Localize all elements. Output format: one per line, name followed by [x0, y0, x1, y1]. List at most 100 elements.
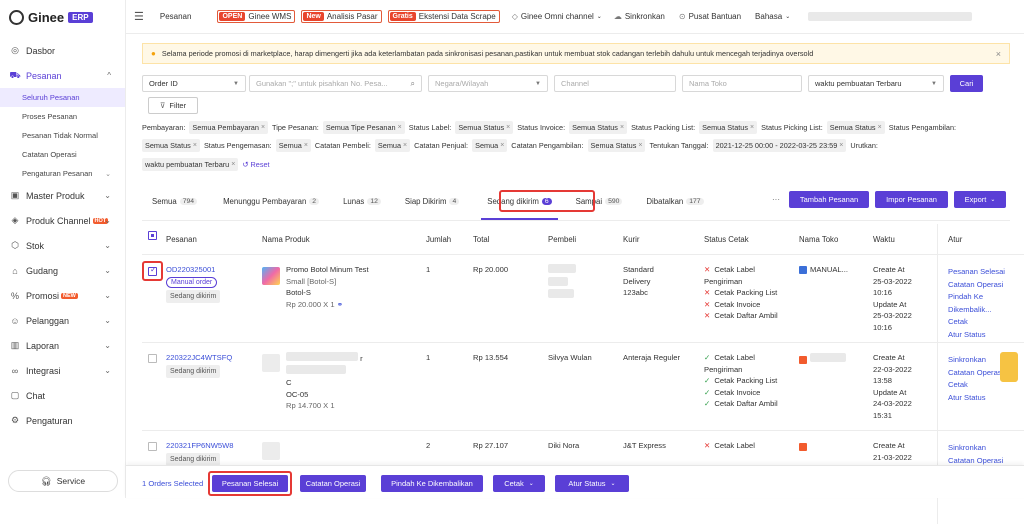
order-id-link[interactable]: OD220325001: [166, 264, 258, 276]
col-waktu[interactable]: Waktu: [873, 224, 895, 254]
brand-logo[interactable]: Ginee ERP: [0, 0, 125, 34]
filter-chip[interactable]: Semua Status ×: [699, 121, 758, 134]
remove-icon[interactable]: ×: [620, 124, 624, 131]
action-pindah-dikembalikan[interactable]: Pindah Ke Dikembalik...: [948, 291, 1024, 316]
col-pesanan[interactable]: Pesanan: [166, 224, 197, 254]
filter-chip[interactable]: Semua Status ×: [142, 139, 200, 152]
keyword-input[interactable]: Gunakan ";" untuk pisahkan No. Pesa... ⌕: [249, 75, 422, 92]
action-atur-status[interactable]: Atur Status: [948, 392, 1024, 405]
action-pesanan-selesai[interactable]: Pesanan Selesai: [948, 266, 1024, 279]
row-checkbox[interactable]: [148, 265, 157, 276]
sidebar-item-produk-channel[interactable]: ◈ Produk Channel HOT ⌄: [0, 208, 125, 233]
sidebar-item-integrasi[interactable]: ∞ Integrasi ⌄: [0, 358, 125, 383]
omni-channel-menu[interactable]: ◇ Ginee Omni channel ⌄: [512, 12, 602, 21]
filter-chip[interactable]: Semua Status ×: [587, 139, 646, 152]
filter-chip[interactable]: Semua Status ×: [455, 121, 514, 134]
sort-select[interactable]: waktu pembuatan Terbaru ▼: [808, 75, 944, 92]
row-checkbox[interactable]: [148, 354, 157, 363]
remove-icon[interactable]: ×: [878, 124, 882, 131]
tab-dibatalkan[interactable]: Dibatalkan 177: [636, 186, 713, 216]
tab-semua[interactable]: Semua 794: [142, 186, 207, 216]
col-atur[interactable]: Atur: [948, 224, 962, 254]
action-cetak[interactable]: Cetak: [948, 316, 1024, 329]
tab-lunas[interactable]: Lunas 12: [333, 186, 391, 216]
product-thumbnail[interactable]: [262, 354, 280, 372]
bulk-pindah-dikembalikan-button[interactable]: Pindah Ke Dikembalikan: [381, 475, 483, 492]
remove-icon[interactable]: ×: [193, 142, 197, 149]
filter-chip[interactable]: Semua ×: [374, 139, 411, 152]
remove-icon[interactable]: ×: [304, 142, 308, 149]
user-account-blurred[interactable]: [808, 12, 973, 21]
filter-chip[interactable]: Semua ×: [275, 139, 311, 152]
filter-chip[interactable]: 2021-12-25 00:00 - 2022-03-25 23:59 ×: [712, 139, 847, 152]
product-thumbnail[interactable]: [262, 442, 280, 460]
tambah-pesanan-button[interactable]: Tambah Pesanan: [789, 191, 869, 208]
impor-pesanan-button[interactable]: Impor Pesanan: [875, 191, 948, 208]
data-scrape-button[interactable]: Gratis Ekstensi Data Scrape: [387, 10, 500, 23]
remove-icon[interactable]: ×: [261, 124, 265, 131]
remove-icon[interactable]: ×: [638, 142, 642, 149]
reset-link[interactable]: ↺ Reset: [242, 160, 269, 169]
sidebar-sub-seluruh-pesanan[interactable]: Seluruh Pesanan: [0, 88, 125, 107]
store-select[interactable]: Nama Toko: [682, 75, 802, 92]
order-id-link[interactable]: 220321FP6NW5W8: [166, 440, 258, 452]
bulk-cetak-button[interactable]: Cetak ⌄: [493, 475, 545, 492]
table-row[interactable]: OD220325001 Manual order Sedang dikirim …: [142, 254, 1024, 342]
topbar-pesanan[interactable]: Pesanan: [160, 12, 192, 21]
sidebar-item-master-produk[interactable]: ▣ Master Produk ⌄: [0, 183, 125, 208]
product-thumbnail[interactable]: [262, 267, 280, 285]
remove-icon[interactable]: ×: [231, 161, 235, 168]
table-row[interactable]: 220322JC4WTSFQ Sedang dikirim r C OC-05 …: [142, 342, 1024, 430]
filter-chip[interactable]: Semua Status ×: [569, 121, 628, 134]
floating-helper-button[interactable]: [1000, 352, 1018, 382]
link-icon[interactable]: ⚭: [337, 300, 343, 309]
sidebar-sub-pengaturan-pesanan[interactable]: Pengaturan Pesanan ⌄: [0, 164, 125, 183]
menu-toggle-icon[interactable]: ☰: [134, 10, 144, 23]
filter-chip[interactable]: waktu pembuatan Terbaru ×: [142, 158, 239, 171]
remove-icon[interactable]: ×: [398, 124, 402, 131]
col-status-cetak[interactable]: Status Cetak: [704, 224, 749, 254]
sidebar-item-chat[interactable]: ▢ Chat: [0, 383, 125, 408]
col-pembeli[interactable]: Pembeli: [548, 224, 576, 254]
sidebar-item-laporan[interactable]: ▥ Laporan ⌄: [0, 333, 125, 358]
export-button[interactable]: Export ⌄: [954, 191, 1006, 208]
filter-chip[interactable]: Semua Pembayaran ×: [189, 121, 269, 134]
service-button[interactable]: 🎧︎ Service: [8, 470, 118, 492]
order-id-select[interactable]: Order ID ▼: [142, 75, 246, 92]
remove-icon[interactable]: ×: [403, 142, 407, 149]
language-menu[interactable]: Bahasa ⌄: [755, 12, 790, 21]
channel-select[interactable]: Channel: [554, 75, 676, 92]
col-total[interactable]: Total: [473, 224, 489, 254]
close-icon[interactable]: ×: [996, 49, 1001, 59]
remove-icon[interactable]: ×: [500, 142, 504, 149]
more-actions-button[interactable]: ···: [768, 191, 784, 208]
remove-icon[interactable]: ×: [506, 124, 510, 131]
ginee-wms-button[interactable]: OPEN Ginee WMS: [217, 10, 296, 23]
sidebar-sub-catatan-operasi[interactable]: Catatan Operasi: [0, 145, 125, 164]
bulk-atur-status-button[interactable]: Atur Status ⌄: [555, 475, 629, 492]
sidebar-sub-proses-pesanan[interactable]: Proses Pesanan: [0, 107, 125, 126]
sidebar-item-promosi[interactable]: % Promosi NEW ⌄: [0, 283, 125, 308]
row-checkbox[interactable]: [148, 442, 157, 451]
tab-sedang-dikirim[interactable]: Sedang dikirim 6: [477, 186, 561, 220]
search-button[interactable]: Cari: [950, 75, 983, 92]
select-all-checkbox[interactable]: [148, 231, 157, 240]
bulk-catatan-operasi-button[interactable]: Catatan Operasi: [300, 475, 366, 492]
remove-icon[interactable]: ×: [750, 124, 754, 131]
help-center-link[interactable]: ⊙ Pusat Bantuan: [679, 12, 741, 21]
filter-chip[interactable]: Semua Tipe Pesanan ×: [322, 121, 405, 134]
sidebar-item-dasbor[interactable]: ◎ Dasbor: [0, 38, 125, 63]
tab-sampai[interactable]: Sampai 590: [566, 186, 633, 216]
remove-icon[interactable]: ×: [839, 142, 843, 149]
analisis-pasar-button[interactable]: New Analisis Pasar: [301, 10, 382, 23]
sidebar-item-pelanggan[interactable]: ☺ Pelanggan ⌄: [0, 308, 125, 333]
sidebar-item-pesanan[interactable]: ⛟ Pesanan ^: [0, 63, 125, 88]
col-kurir[interactable]: Kurir: [623, 224, 639, 254]
col-jumlah[interactable]: Jumlah: [426, 224, 451, 254]
action-catatan-operasi[interactable]: Catatan Operasi: [948, 279, 1024, 292]
action-sinkronkan[interactable]: Sinkronkan: [948, 442, 1024, 455]
sync-button[interactable]: ☁ Sinkronkan: [614, 12, 665, 21]
sidebar-item-gudang[interactable]: ⌂ Gudang ⌄: [0, 258, 125, 283]
sidebar-item-stok[interactable]: ⬡ Stok ⌄: [0, 233, 125, 258]
bulk-pesanan-selesai-button[interactable]: Pesanan Selesai: [212, 475, 288, 492]
